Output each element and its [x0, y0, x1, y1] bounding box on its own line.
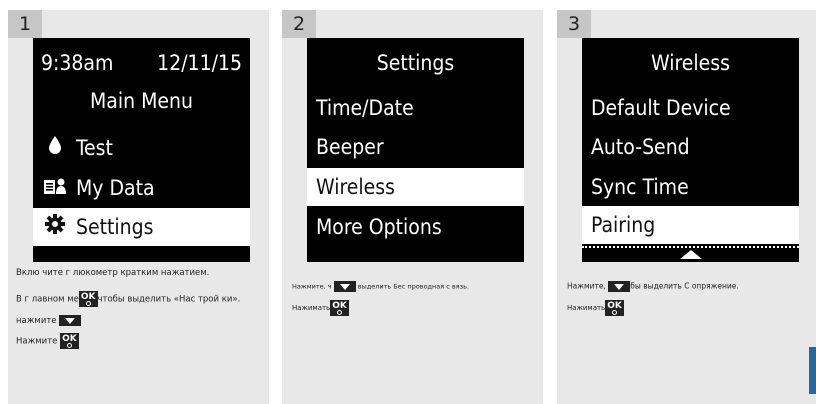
- instruction-text: В г лавном ме: [16, 294, 79, 305]
- instruction-line: Нажмите, бы выделить С опряжение.: [567, 281, 739, 292]
- section-tab-marker: [809, 347, 816, 394]
- instruction-text: Нажмите: [16, 336, 58, 347]
- menu-item-wireless[interactable]: Wireless: [307, 168, 524, 206]
- data-icon: [42, 170, 68, 208]
- menu-item-more-options[interactable]: More Options: [307, 208, 524, 246]
- instruction-text: чтобы выделить «Нас трой ки».: [97, 294, 241, 305]
- down-arrow-button-icon: [608, 281, 631, 292]
- menu-item-my-data[interactable]: My Data: [33, 169, 250, 207]
- step-number: 2: [282, 10, 316, 38]
- menu-item-sync-time[interactable]: Sync Time: [582, 168, 799, 206]
- instruction-line: В г лавном ме OK чтобы выделить «Нас трой …: [16, 291, 240, 307]
- more-items-divider: [582, 246, 799, 248]
- status-time: 9:38am: [41, 51, 114, 75]
- menu-item-test[interactable]: Test: [33, 129, 250, 167]
- menu-item-pairing[interactable]: Pairing: [582, 206, 799, 244]
- screen-title: Main Menu: [90, 89, 193, 113]
- down-arrow-button-icon: [333, 281, 356, 292]
- step-2-panel: 2 Settings Time/Date Beeper Wireless Mor…: [282, 10, 543, 404]
- instruction-line: Нажимать OK: [292, 300, 349, 316]
- menu-item-label: My Data: [76, 176, 155, 200]
- drop-icon: [42, 130, 68, 168]
- ok-button-icon: OK: [330, 300, 349, 316]
- step-number: 3: [557, 10, 591, 38]
- meter-screen: 9:38am 12/11/15 Main Menu Test My Data S…: [33, 38, 250, 262]
- menu-item-label: Test: [76, 136, 113, 160]
- instruction-text: выделить Бес проводная с вязь.: [357, 282, 469, 291]
- instruction-line: нажмите: [16, 315, 82, 326]
- menu-item-default-device[interactable]: Default Device: [582, 89, 799, 127]
- instruction-text: бы выделить С опряжение.: [630, 281, 739, 291]
- menu-item-beeper[interactable]: Beeper: [307, 128, 524, 166]
- status-date: 12/11/15: [157, 51, 242, 75]
- instruction-text: Нажмите,: [567, 281, 606, 291]
- ok-button-icon: OK: [60, 333, 79, 349]
- instruction-text: Нажимать: [292, 304, 331, 312]
- screen-title: Settings: [376, 51, 455, 75]
- menu-item-time-date[interactable]: Time/Date: [307, 89, 524, 127]
- down-arrow-button-icon: [59, 315, 82, 326]
- meter-screen: Settings Time/Date Beeper Wireless More …: [307, 38, 524, 262]
- gear-icon: [42, 209, 68, 247]
- scroll-up-arrow-icon: [680, 250, 702, 259]
- screen-title: Wireless: [651, 51, 730, 75]
- menu-item-auto-send[interactable]: Auto-Send: [582, 128, 799, 166]
- step-3-panel: 3 Wireless Default Device Auto-Send Sync…: [557, 10, 816, 404]
- instruction-line: Нажмите, ч выделить Бес проводная с вязь…: [292, 281, 469, 292]
- menu-item-settings[interactable]: Settings: [33, 208, 250, 246]
- instruction-text: нажмите: [16, 316, 57, 326]
- instruction-text: Нажимать: [567, 304, 606, 312]
- meter-screen: Wireless Default Device Auto-Send Sync T…: [582, 38, 799, 262]
- instruction-line: Нажимать OK: [567, 300, 624, 316]
- instruction-line: Вклю чите г люкометр кратким нажатием.: [16, 268, 210, 278]
- ok-button-icon: OK: [605, 300, 624, 316]
- ok-button-icon: OK: [78, 291, 98, 307]
- step-number: 1: [8, 10, 42, 38]
- menu-item-label: Settings: [76, 215, 154, 239]
- step-1-panel: 1 9:38am 12/11/15 Main Menu Test My Data…: [8, 10, 269, 404]
- status-bar: 9:38am 12/11/15: [33, 44, 250, 82]
- instruction-line: Нажмите OK: [16, 333, 79, 349]
- instruction-text: Нажмите, ч: [292, 282, 332, 291]
